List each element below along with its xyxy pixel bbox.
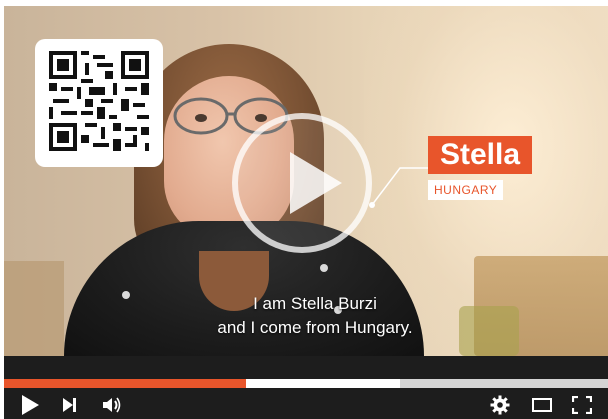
theater-mode-icon [532,398,552,412]
theater-mode-button[interactable] [528,392,556,418]
speaker-country-tag: HUNGARY [428,180,504,200]
play-icon [290,152,342,214]
background-table-left [4,261,64,356]
next-button[interactable] [56,392,82,418]
skip-next-icon [63,398,76,412]
qr-code-icon [49,51,149,151]
background-chair [459,306,519,356]
progress-played [4,379,246,388]
subtitle-line: I am Stella Burzi [253,294,377,313]
volume-button[interactable] [98,392,126,418]
video-player[interactable]: Stella HUNGARY I am Stella Burzi and I c… [0,0,608,419]
big-play-button[interactable] [232,113,372,253]
speaker-name-tag: Stella [428,136,533,174]
play-icon [22,395,39,415]
gear-icon [490,395,510,415]
settings-button[interactable] [486,392,514,418]
play-button[interactable] [16,392,44,418]
volume-icon [103,397,121,413]
fullscreen-icon [572,396,592,414]
jacket-stud [320,264,328,272]
subtitles: I am Stella Burzi and I come from Hungar… [180,292,450,340]
jacket-stud [122,291,130,299]
qr-code-card[interactable] [35,39,163,167]
progress-bar[interactable] [4,379,608,388]
fullscreen-button[interactable] [568,392,596,418]
subtitle-line: and I come from Hungary. [217,318,413,337]
